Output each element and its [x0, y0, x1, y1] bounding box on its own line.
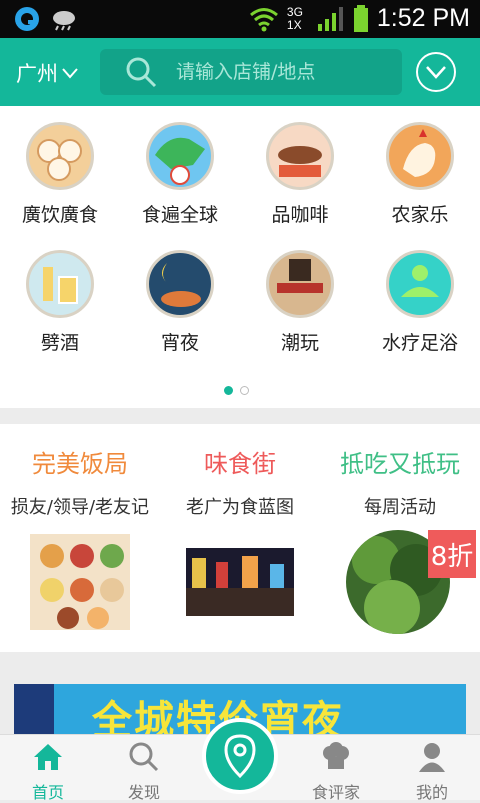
category-item-trendy[interactable]: 潮玩	[240, 250, 360, 355]
search-bar[interactable]	[100, 49, 402, 95]
chevron-down-icon	[426, 66, 446, 79]
city-label: 广州	[16, 62, 58, 86]
search-icon	[126, 57, 157, 88]
category-label: 品咖啡	[271, 204, 329, 226]
category-item-coffee[interactable]: 品咖啡	[240, 122, 360, 227]
tab-mine[interactable]: 我的	[384, 735, 480, 802]
category-label: 宵夜	[160, 332, 199, 354]
page-dot-1[interactable]	[224, 386, 233, 395]
status-bar: 3G 1X 1:52 PM	[0, 0, 480, 38]
coffee-icon	[266, 122, 334, 190]
app-notification-icon	[15, 7, 39, 31]
tab-label: 食评家	[311, 783, 360, 802]
promo-title: 味食街	[204, 450, 276, 478]
spa-icon	[386, 250, 454, 318]
tab-label: 首页	[31, 783, 64, 802]
category-label: 潮玩	[280, 332, 319, 354]
tab-home[interactable]: 首页	[0, 735, 96, 802]
chevron-down-icon	[62, 68, 78, 79]
dropdown-menu-button[interactable]	[416, 52, 456, 92]
tab-label: 发现	[127, 783, 160, 802]
category-item-farmhouse[interactable]: 农家乐	[360, 122, 480, 227]
category-label: 食遍全球	[141, 204, 218, 226]
category-item-drinks[interactable]: 劈酒	[0, 250, 120, 355]
promo-image-street	[186, 548, 294, 616]
promo-card-perfect-dinner[interactable]: 完美饭局 损友/领导/老友记	[0, 424, 160, 632]
promo-card-food-street[interactable]: 味食街 老广为食蓝图	[160, 424, 320, 616]
tab-food-critic[interactable]: 食评家	[288, 735, 384, 802]
category-label: 水疗足浴	[381, 332, 458, 354]
promo-image-banquet	[28, 532, 132, 632]
promo-title: 完美饭局	[32, 450, 128, 478]
rooster-icon	[386, 122, 454, 190]
promo-title: 抵吃又抵玩	[340, 450, 460, 478]
search-input[interactable]	[176, 61, 396, 83]
city-selector[interactable]: 广州	[16, 58, 78, 88]
category-item-world-food[interactable]: 食遍全球	[120, 122, 240, 227]
wifi-icon	[249, 7, 278, 31]
home-icon	[34, 744, 62, 770]
category-label: 劈酒	[40, 332, 79, 354]
clock: 1:52 PM	[376, 4, 470, 32]
user-icon	[419, 743, 445, 772]
promo-section: 完美饭局 损友/领导/老友记 味食街 老广为食蓝图 抵吃又抵玩 每周活动 8折	[0, 424, 480, 652]
weather-icon	[53, 11, 75, 31]
promo-subtitle: 老广为食蓝图	[186, 497, 294, 518]
signal-icon	[317, 6, 343, 31]
category-item-night-snack[interactable]: 宵夜	[120, 250, 240, 355]
banner-decor	[14, 684, 54, 734]
discount-badge: 8折	[428, 530, 476, 578]
promo-card-weekly-deals[interactable]: 抵吃又抵玩 每周活动 8折	[320, 424, 480, 634]
category-grid: 廣饮廣食 食遍全球 品咖啡 农家乐 劈酒 宵夜 潮玩 水疗足浴	[0, 106, 480, 408]
category-item-cantonese-food[interactable]: 廣饮廣食	[0, 122, 120, 227]
globe-food-icon	[146, 122, 214, 190]
night-snack-icon	[146, 250, 214, 318]
battery-icon	[353, 4, 368, 32]
chef-hat-icon	[323, 742, 349, 769]
network-type: 3G 1X	[286, 4, 303, 32]
beer-icon	[26, 250, 94, 318]
discover-search-icon	[129, 742, 159, 772]
page-indicator	[224, 386, 249, 395]
category-label: 农家乐	[391, 204, 449, 226]
promo-subtitle: 每周活动	[364, 497, 436, 518]
page-dot-2[interactable]	[240, 386, 249, 395]
top-header: 广州	[0, 38, 480, 106]
category-label: 廣饮廣食	[21, 204, 98, 226]
tab-discover[interactable]: 发现	[96, 735, 192, 802]
location-button[interactable]	[202, 718, 278, 794]
category-item-spa[interactable]: 水疗足浴	[360, 250, 480, 355]
location-pin-icon	[224, 734, 256, 778]
dim-sum-icon	[26, 122, 94, 190]
promo-subtitle: 损友/领导/老友记	[10, 497, 150, 518]
trendy-play-icon	[266, 250, 334, 318]
tab-label: 我的	[415, 783, 448, 802]
